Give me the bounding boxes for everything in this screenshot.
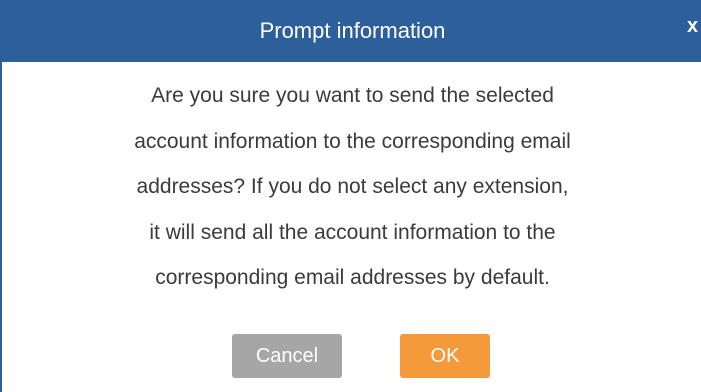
dialog-title-bar: Prompt information x	[2, 0, 701, 62]
message-line: Are you sure you want to send the select…	[151, 84, 554, 107]
dialog-message: Are you sure you want to send the select…	[2, 73, 701, 301]
prompt-dialog: Prompt information x Are you sure you wa…	[0, 0, 701, 392]
message-line: corresponding email addresses by default…	[155, 266, 550, 289]
close-icon[interactable]: x	[687, 14, 701, 38]
ok-button[interactable]: OK	[400, 334, 490, 378]
message-line: addresses? If you do not select any exte…	[136, 175, 569, 198]
cancel-button[interactable]: Cancel	[232, 334, 342, 378]
dialog-title: Prompt information	[259, 18, 446, 43]
message-line: it will send all the account information…	[149, 220, 556, 244]
message-line: account information to the corresponding…	[134, 129, 571, 153]
